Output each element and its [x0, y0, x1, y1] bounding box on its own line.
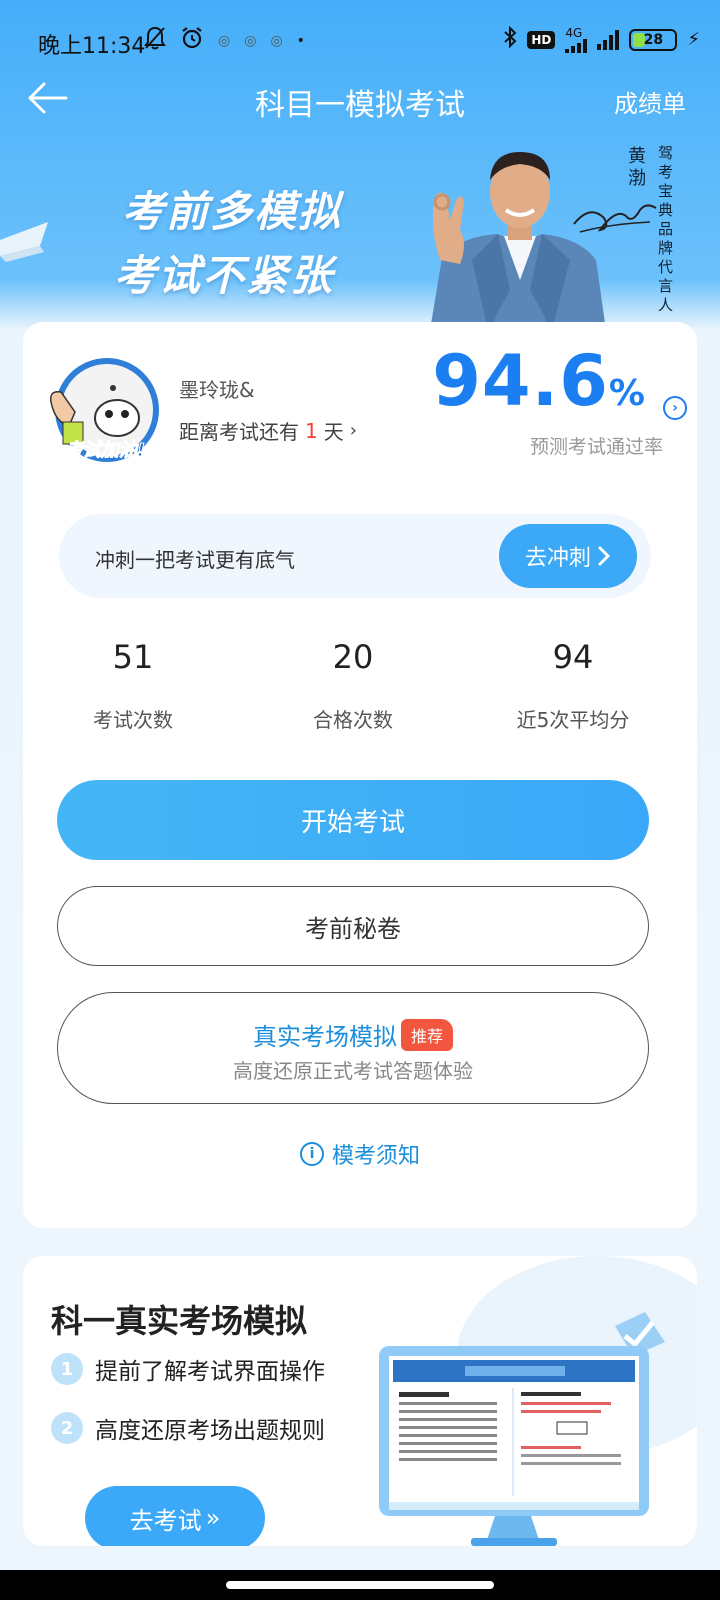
recommend-badge: 推荐	[400, 1019, 453, 1051]
sprint-text: 冲刺一把考试更有底气	[95, 548, 295, 572]
stat-value: 94	[552, 638, 594, 676]
app-notification-icon: ◎	[218, 33, 231, 49]
countdown-suffix: 天	[323, 420, 344, 444]
simulation-feature-item: 2 高度还原考场出题规则	[51, 1411, 325, 1445]
simulation-title: 科一真实考场模拟	[51, 1302, 308, 1340]
battery-level: 28	[643, 31, 664, 48]
feature-text: 提前了解考试界面操作	[95, 1359, 325, 1385]
hd-voice-badge: HD	[527, 30, 556, 49]
app-notification-icon: ◎	[244, 33, 257, 49]
pass-rate-value: 94.6	[432, 340, 609, 422]
pass-rate[interactable]: 94.6 %	[432, 340, 645, 422]
alarm-icon	[180, 26, 204, 56]
feature-number: 1	[51, 1353, 83, 1385]
ambassador-title: 驾考宝典品牌代言人	[658, 144, 674, 314]
exam-notice-link[interactable]: i 模考须知	[23, 1138, 697, 1170]
chevron-right-icon	[598, 546, 611, 566]
pass-rate-detail-icon[interactable]: ›	[663, 396, 687, 420]
simulation-feature-item: 1 提前了解考试界面操作	[51, 1352, 325, 1386]
score-report-link[interactable]: 成绩单	[614, 84, 686, 119]
pre-exam-secret-button[interactable]: 考前秘卷	[57, 886, 649, 966]
feature-number: 2	[51, 1412, 83, 1444]
info-icon: i	[299, 1142, 324, 1166]
mute-bell-icon	[144, 26, 166, 56]
header: 科目一模拟考试 成绩单	[0, 74, 720, 124]
slogan-line-1: 考前多模拟	[122, 187, 343, 236]
status-notification-icons: ◎ ◎ ◎ •	[144, 26, 305, 56]
stat-value: 51	[112, 638, 154, 676]
countdown-prefix: 距离考试还有	[179, 420, 299, 444]
charging-icon: ⚡	[687, 29, 700, 50]
home-indicator[interactable]	[226, 1581, 494, 1589]
real-exam-simulation-button[interactable]: 真实考场模拟 推荐 高度还原正式考试答题体验	[57, 992, 649, 1104]
stat-label: 合格次数	[313, 708, 393, 732]
bluetooth-icon	[503, 25, 517, 53]
more-notifications-dot-icon: •	[296, 33, 305, 49]
avatar-caption: 考试加油!	[65, 440, 145, 461]
app-notification-icon: ◎	[270, 33, 283, 49]
page-title: 科目一模拟考试	[255, 88, 465, 123]
go-exam-button-label: 去考试	[129, 1506, 202, 1535]
real-exam-title-row: 真实考场模拟 推荐	[58, 1017, 648, 1052]
ambassador-signature	[573, 204, 657, 233]
status-system-icons: HD 4G 28 ⚡	[503, 25, 700, 53]
stat-label: 近5次平均分	[516, 708, 630, 732]
battery-icon: 28	[629, 28, 678, 51]
sprint-button-label: 去冲刺	[524, 546, 591, 571]
stat-value: 20	[332, 638, 374, 676]
ambassador-name: 黄渤	[628, 146, 646, 189]
exam-countdown[interactable]: 距离考试还有 1 天 ›	[179, 416, 357, 445]
start-exam-button[interactable]: 开始考试	[57, 780, 649, 860]
paper-decoration	[0, 222, 48, 262]
sprint-banner: 冲刺一把考试更有底气 去冲刺	[59, 514, 651, 598]
stat-pass-count: 20 合格次数	[243, 638, 463, 733]
pass-rate-unit: %	[608, 373, 645, 414]
signal-strength-icon	[597, 29, 620, 50]
exam-stats: 51 考试次数 20 合格次数 94 近5次平均分	[23, 638, 697, 738]
status-bar: 晚上11:34 ◎ ◎ ◎ • HD 4G 28 ⚡	[0, 0, 720, 84]
promo-banner: 考前多模拟 考试不紧张 黄渤 驾考宝典品牌代言人	[0, 130, 720, 330]
user-name: 墨玲珑&	[179, 378, 255, 402]
stat-average-score: 94 近5次平均分	[463, 638, 683, 733]
exam-notice-label: 模考须知	[331, 1144, 420, 1169]
avatar[interactable]: 考试加油!	[45, 352, 163, 470]
real-exam-simulation-card: 科一真实考场模拟 1 提前了解考试界面操作 2 高度还原考场出题规则 去考试 »	[23, 1256, 697, 1546]
network-type: 4G	[565, 25, 583, 40]
real-exam-subtitle: 高度还原正式考试答题体验	[233, 1059, 473, 1083]
pass-rate-label: 预测考试通过率	[529, 436, 663, 458]
exam-screen-illustration	[379, 1312, 665, 1546]
sprint-button[interactable]: 去冲刺	[499, 524, 637, 588]
slogan-line-2: 考试不紧张	[114, 251, 335, 300]
system-navigation-bar	[0, 1570, 720, 1600]
feature-text: 高度还原考场出题规则	[95, 1418, 325, 1444]
exam-summary-card: 考试加油! 墨玲珑& 距离考试还有 1 天 › 94.6 % › 预测考试通过率…	[23, 322, 697, 1228]
stat-label: 考试次数	[93, 708, 173, 732]
stat-exam-count: 51 考试次数	[23, 638, 243, 733]
countdown-days: 1	[305, 418, 318, 443]
chevron-right-icon: ›	[349, 420, 357, 441]
status-time: 晚上11:34	[38, 34, 146, 59]
double-chevron-right-icon: »	[205, 1504, 221, 1532]
real-exam-title: 真实考场模拟	[252, 1023, 397, 1051]
signal-strength-icon	[565, 38, 588, 53]
go-exam-button[interactable]: 去考试 »	[85, 1486, 265, 1546]
